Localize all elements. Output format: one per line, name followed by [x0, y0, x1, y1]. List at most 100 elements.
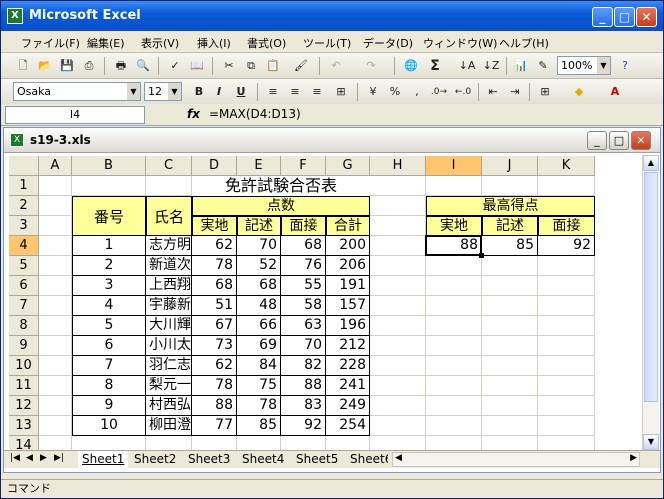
sheet-tab-3[interactable]: Sheet3	[184, 451, 234, 468]
row-header-5[interactable]: 5	[9, 256, 39, 276]
sheet-tab-5[interactable]: Sheet5	[292, 451, 342, 468]
sort-descending-icon[interactable]: ↓Z	[481, 56, 501, 76]
record-name[interactable]: 新道次郎	[146, 256, 192, 276]
scroll-thumb[interactable]	[644, 172, 658, 402]
cell[interactable]	[538, 176, 595, 196]
currency-icon[interactable]: ¥	[363, 82, 383, 102]
undo-icon[interactable]: ↶	[326, 56, 346, 76]
sheet-tab-2[interactable]: Sheet2	[130, 451, 180, 468]
record-total[interactable]: 206	[326, 256, 370, 276]
scroll-up-icon[interactable]: ▲	[643, 155, 659, 171]
chevron-down-icon[interactable]: ▼	[127, 83, 140, 100]
record-total[interactable]: 196	[326, 316, 370, 336]
record-interview[interactable]: 68	[281, 236, 326, 256]
menu-insert[interactable]: 挿入(I)	[197, 35, 231, 51]
comma-icon[interactable]: ,	[407, 82, 427, 102]
record-number[interactable]: 9	[72, 396, 146, 416]
record-written[interactable]: 70	[237, 236, 281, 256]
max-header-interview[interactable]: 面接	[538, 216, 595, 236]
record-total[interactable]: 241	[326, 376, 370, 396]
header-name[interactable]: 氏名	[146, 196, 192, 236]
minimize-button[interactable]: _	[592, 7, 613, 27]
cell[interactable]	[370, 356, 426, 376]
header-score[interactable]: 点数	[192, 196, 370, 216]
cell[interactable]	[39, 336, 72, 356]
select-all-corner[interactable]	[9, 156, 39, 176]
cell[interactable]	[39, 356, 72, 376]
record-total[interactable]: 212	[326, 336, 370, 356]
max-written-value[interactable]: 85	[482, 236, 538, 256]
workbook-close-button[interactable]: ✕	[631, 131, 651, 150]
excel-icon[interactable]: X	[10, 133, 24, 147]
record-number[interactable]: 3	[72, 276, 146, 296]
record-total[interactable]: 249	[326, 396, 370, 416]
row-header-4[interactable]: 4	[9, 236, 39, 256]
zoom-select[interactable]: 100% ▼	[557, 56, 611, 75]
cell[interactable]	[39, 416, 72, 436]
cell[interactable]	[482, 416, 538, 436]
cell[interactable]	[370, 196, 426, 216]
spelling-icon[interactable]: ✓	[165, 56, 185, 76]
cell[interactable]	[370, 216, 426, 236]
align-left-icon[interactable]: ≡	[263, 82, 283, 102]
record-name[interactable]: 羽仁志朗	[146, 356, 192, 376]
cell[interactable]	[39, 296, 72, 316]
record-written[interactable]: 85	[237, 416, 281, 436]
help-icon[interactable]: ?	[615, 56, 635, 76]
cell[interactable]	[39, 276, 72, 296]
italic-button[interactable]: I	[209, 82, 229, 102]
next-sheet-icon[interactable]: ▶	[40, 453, 47, 463]
record-interview[interactable]: 63	[281, 316, 326, 336]
header-practical[interactable]: 実地	[192, 216, 237, 236]
record-written[interactable]: 69	[237, 336, 281, 356]
workbook-maximize-button[interactable]: □	[609, 131, 629, 150]
close-button[interactable]: ✕	[636, 7, 657, 27]
record-interview[interactable]: 92	[281, 416, 326, 436]
chart-wizard-icon[interactable]: 📊	[511, 56, 531, 76]
workbook-title-bar[interactable]: X s19-3.xls _ □ ✕	[4, 128, 660, 153]
row-header-2[interactable]: 2	[9, 196, 39, 216]
permission-icon[interactable]: ⎙	[79, 56, 99, 76]
record-interview[interactable]: 88	[281, 376, 326, 396]
row-header-3[interactable]: 3	[9, 216, 39, 236]
cell[interactable]	[370, 316, 426, 336]
record-interview[interactable]: 55	[281, 276, 326, 296]
cell[interactable]	[482, 356, 538, 376]
cell[interactable]	[482, 396, 538, 416]
title-bar[interactable]: X Microsoft Excel _ □ ✕	[1, 1, 663, 31]
record-number[interactable]: 5	[72, 316, 146, 336]
align-right-icon[interactable]: ≡	[307, 82, 327, 102]
record-number[interactable]: 8	[72, 376, 146, 396]
print-icon[interactable]: 🖶	[111, 56, 131, 76]
cell[interactable]	[482, 176, 538, 196]
fill-color-icon[interactable]: ◆	[569, 82, 589, 102]
column-header-c[interactable]: C	[146, 156, 192, 176]
row-header-12[interactable]: 12	[9, 396, 39, 416]
cell[interactable]	[370, 256, 426, 276]
drawing-icon[interactable]: ✎	[533, 56, 553, 76]
cell[interactable]	[39, 396, 72, 416]
cell[interactable]	[482, 376, 538, 396]
max-score-title[interactable]: 最高得点	[426, 196, 595, 216]
excel-icon[interactable]: X	[7, 8, 23, 24]
cell[interactable]	[538, 296, 595, 316]
record-interview[interactable]: 76	[281, 256, 326, 276]
save-icon[interactable]: 💾	[57, 56, 77, 76]
cell[interactable]	[370, 396, 426, 416]
record-interview[interactable]: 70	[281, 336, 326, 356]
column-header-i[interactable]: I	[426, 156, 482, 176]
column-header-e[interactable]: E	[237, 156, 281, 176]
cell[interactable]	[426, 356, 482, 376]
record-total[interactable]: 254	[326, 416, 370, 436]
cell[interactable]	[39, 216, 72, 236]
cell[interactable]	[426, 276, 482, 296]
cell[interactable]	[426, 336, 482, 356]
menu-view[interactable]: 表示(V)	[141, 35, 179, 51]
font-size-select[interactable]: 12 ▼	[144, 82, 182, 101]
max-practical-value[interactable]: 88	[426, 236, 482, 256]
fill-handle[interactable]	[479, 253, 484, 258]
research-icon[interactable]: 📖	[187, 56, 207, 76]
record-practical[interactable]: 77	[192, 416, 237, 436]
cell[interactable]	[538, 256, 595, 276]
cell[interactable]	[538, 416, 595, 436]
